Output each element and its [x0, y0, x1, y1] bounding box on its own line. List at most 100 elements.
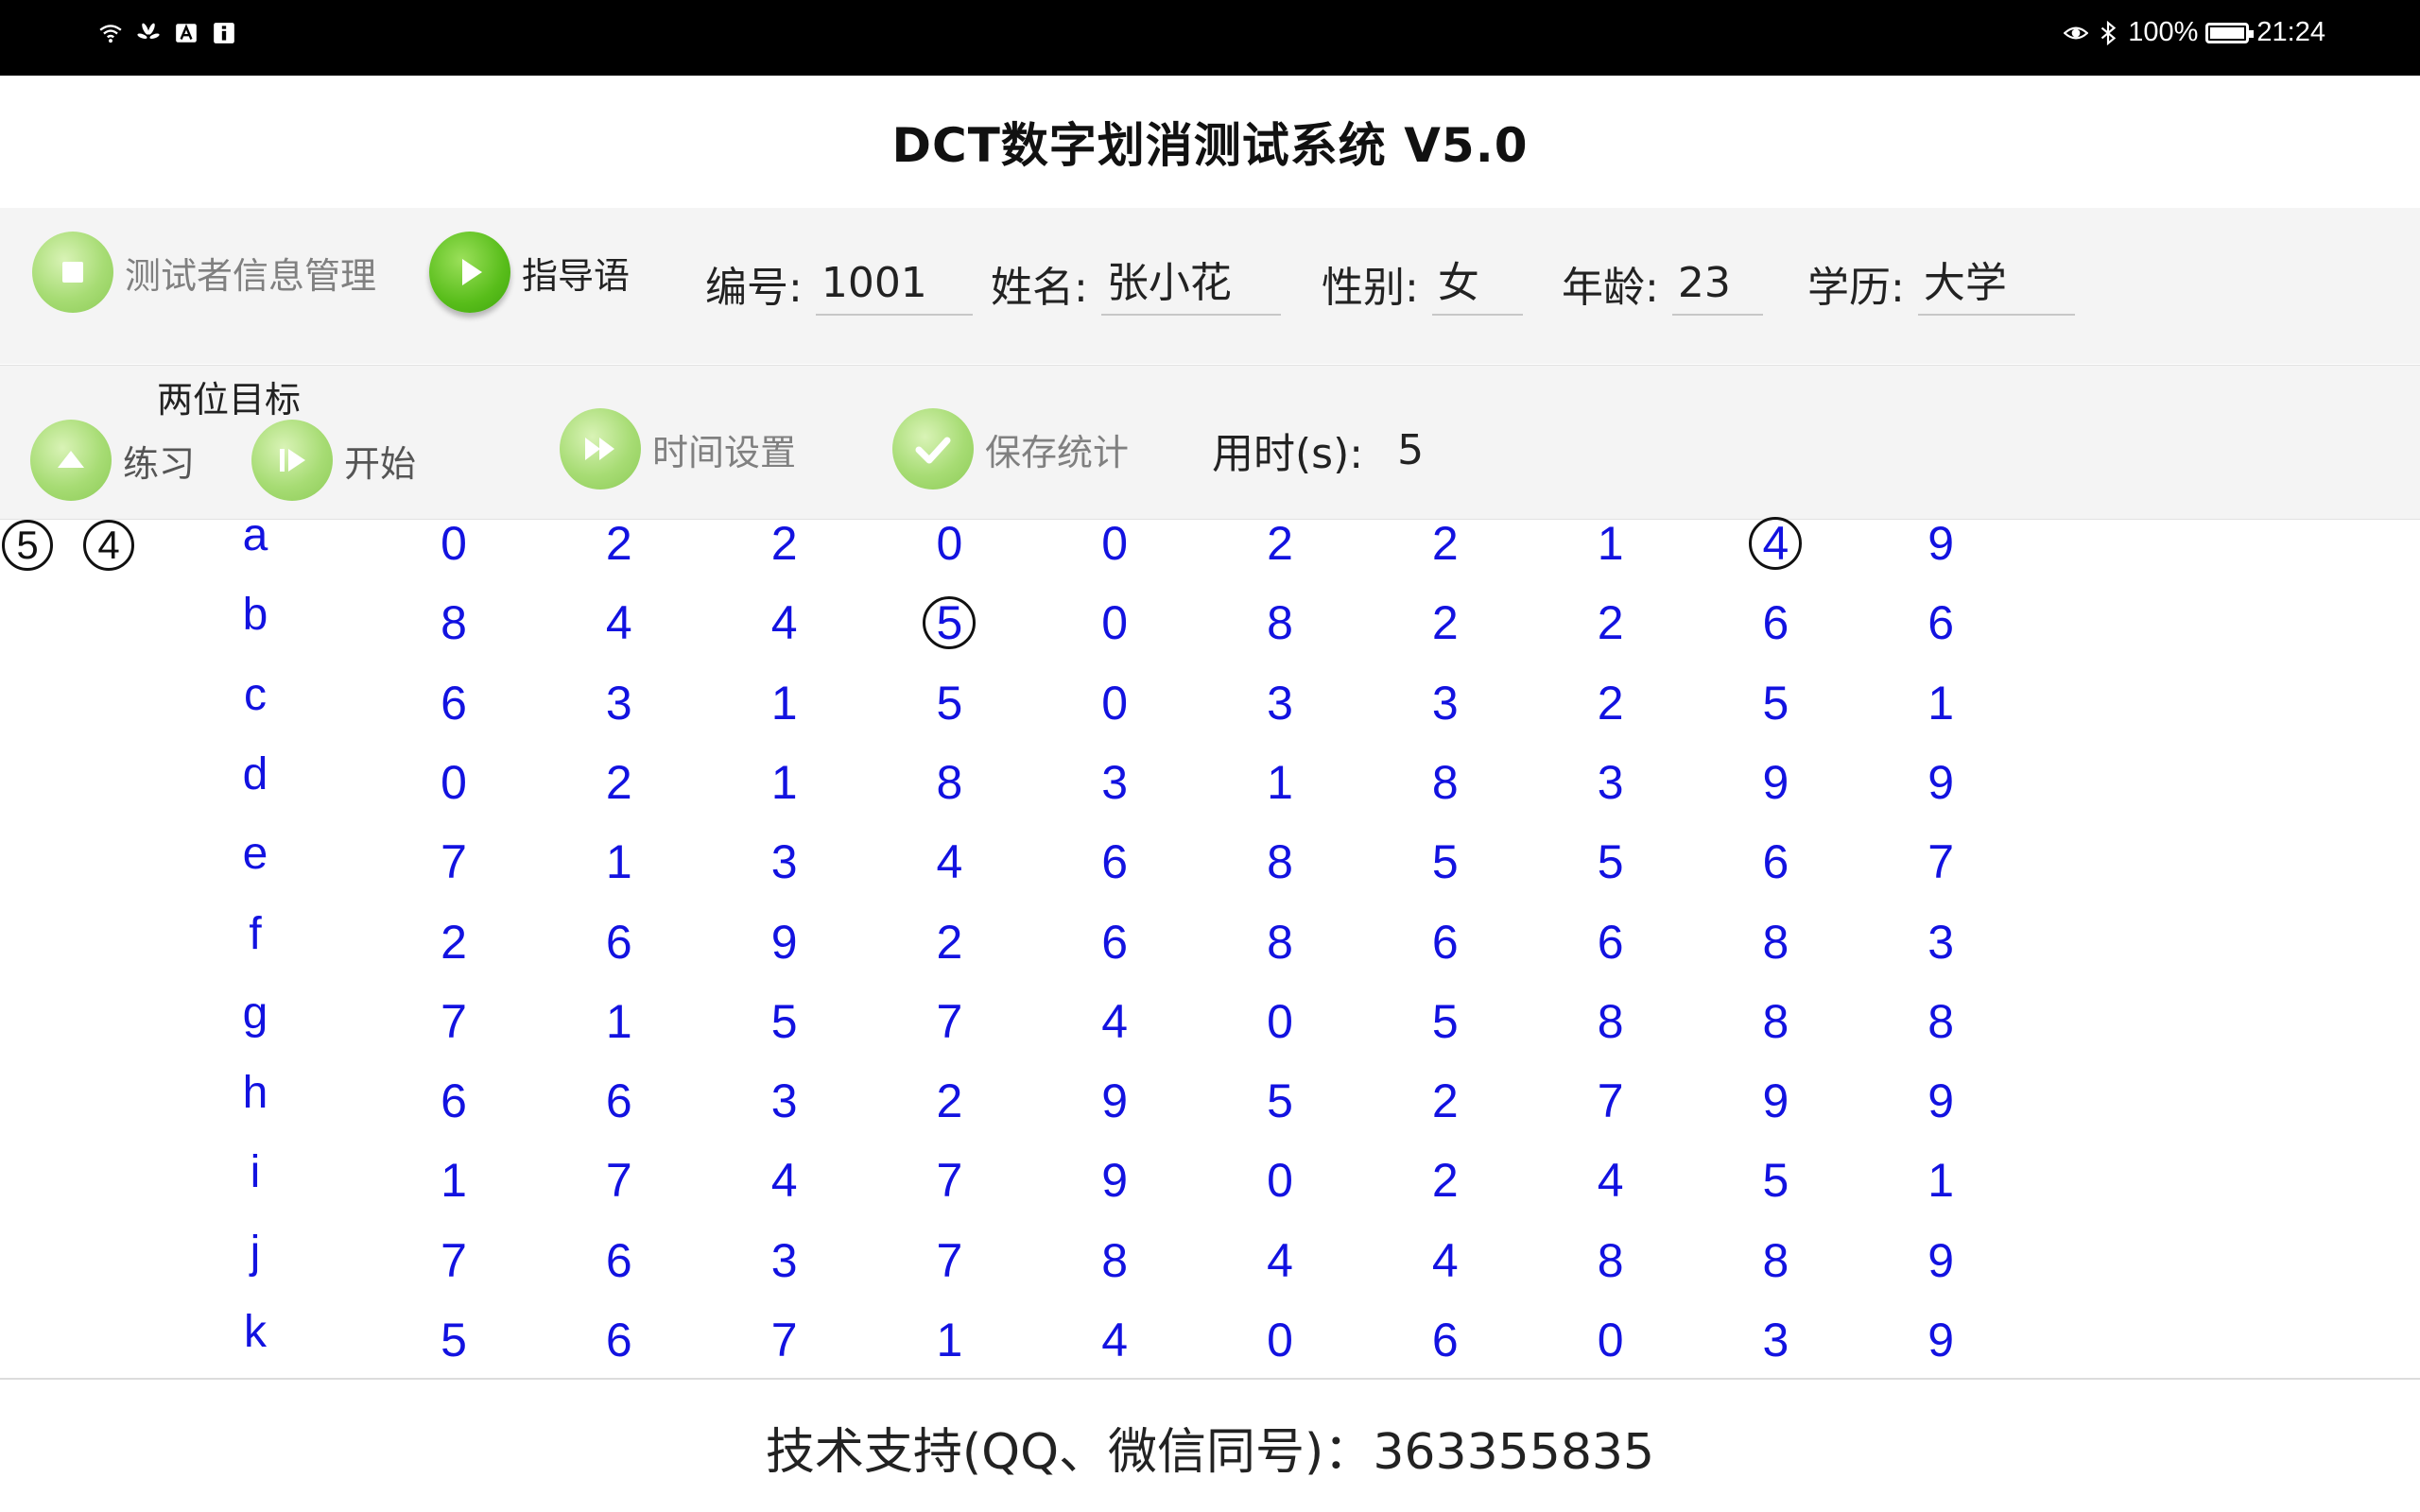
digit-cell[interactable]: 1: [1252, 754, 1308, 811]
digit-cell[interactable]: 8: [1747, 993, 1804, 1050]
digit-cell[interactable]: 8: [1252, 914, 1308, 971]
digit-cell[interactable]: 8: [921, 754, 977, 811]
digit-cell[interactable]: 0: [1252, 1312, 1308, 1368]
digit-cell[interactable]: 1: [591, 833, 648, 890]
digit-cell[interactable]: 1: [1912, 1152, 1969, 1209]
digit-cell[interactable]: 8: [1747, 1232, 1804, 1289]
digit-cell[interactable]: 7: [425, 833, 482, 890]
digit-cell[interactable]: 3: [756, 1073, 813, 1129]
digit-cell[interactable]: 7: [921, 1232, 977, 1289]
digit-cell[interactable]: 4: [591, 594, 648, 651]
digit-cell[interactable]: 9: [756, 914, 813, 971]
digit-cell[interactable]: 8: [1582, 1232, 1639, 1289]
digit-cell[interactable]: 2: [1417, 1073, 1474, 1129]
digit-cell[interactable]: 9: [1912, 1312, 1969, 1368]
digit-cell[interactable]: 6: [1086, 833, 1143, 890]
gender-input[interactable]: 女: [1431, 251, 1523, 316]
digit-cell[interactable]: 7: [425, 1232, 482, 1289]
digit-cell[interactable]: 2: [591, 754, 648, 811]
digit-cell[interactable]: 7: [1912, 833, 1969, 890]
digit-cell[interactable]: 0: [1086, 675, 1143, 731]
practice-button[interactable]: 练习: [30, 420, 195, 501]
digit-cell[interactable]: 6: [1747, 594, 1804, 651]
digit-cell[interactable]: 8: [425, 594, 482, 651]
digit-cell[interactable]: 1: [1582, 515, 1639, 572]
digit-cell[interactable]: 3: [591, 675, 648, 731]
save-stats-button[interactable]: 保存统计: [892, 408, 1129, 490]
digit-cell[interactable]: 2: [1582, 675, 1639, 731]
digit-cell[interactable]: 0: [425, 754, 482, 811]
digit-cell[interactable]: 3: [1582, 754, 1639, 811]
digit-cell[interactable]: 7: [425, 993, 482, 1050]
digit-cell[interactable]: 2: [1417, 594, 1474, 651]
digit-cell[interactable]: 9: [1912, 754, 1969, 811]
digit-cell[interactable]: 3: [756, 833, 813, 890]
digit-cell[interactable]: 4: [1417, 1232, 1474, 1289]
digit-cell[interactable]: 0: [1252, 993, 1308, 1050]
digit-cell[interactable]: 4: [1086, 993, 1143, 1050]
digit-cell[interactable]: 7: [756, 1312, 813, 1368]
digit-cell[interactable]: 6: [1582, 914, 1639, 971]
digit-cell[interactable]: 3: [756, 1232, 813, 1289]
digit-cell[interactable]: 6: [1086, 914, 1143, 971]
digit-cell[interactable]: 5: [921, 594, 977, 651]
digit-cell[interactable]: 5: [1417, 833, 1474, 890]
digit-cell[interactable]: 9: [1912, 1232, 1969, 1289]
digit-cell[interactable]: 8: [1747, 914, 1804, 971]
start-button[interactable]: 开始: [251, 420, 416, 501]
digit-cell[interactable]: 6: [591, 1312, 648, 1368]
digit-cell[interactable]: 9: [1086, 1152, 1143, 1209]
digit-cell[interactable]: 3: [1912, 914, 1969, 971]
digit-cell[interactable]: 9: [1747, 754, 1804, 811]
digit-cell[interactable]: 5: [756, 993, 813, 1050]
digit-cell[interactable]: 1: [591, 993, 648, 1050]
digit-cell[interactable]: 2: [1582, 594, 1639, 651]
digit-cell[interactable]: 1: [425, 1152, 482, 1209]
guide-button[interactable]: 指导语: [429, 232, 630, 313]
digit-cell[interactable]: 4: [1747, 515, 1804, 572]
digit-cell[interactable]: 5: [1747, 675, 1804, 731]
digit-cell[interactable]: 0: [1582, 1312, 1639, 1368]
digit-cell[interactable]: 7: [591, 1152, 648, 1209]
digit-cell[interactable]: 6: [1417, 1312, 1474, 1368]
digit-cell[interactable]: 6: [1747, 833, 1804, 890]
digit-cell[interactable]: 6: [425, 1073, 482, 1129]
digit-cell[interactable]: 5: [921, 675, 977, 731]
digit-cell[interactable]: 6: [1912, 594, 1969, 651]
digit-cell[interactable]: 2: [921, 1073, 977, 1129]
digit-cell[interactable]: 0: [1086, 594, 1143, 651]
digit-cell[interactable]: 3: [1417, 675, 1474, 731]
digit-cell[interactable]: 8: [1417, 754, 1474, 811]
digit-cell[interactable]: 5: [1252, 1073, 1308, 1129]
digit-cell[interactable]: 5: [1747, 1152, 1804, 1209]
digit-cell[interactable]: 4: [1086, 1312, 1143, 1368]
digit-cell[interactable]: 7: [921, 993, 977, 1050]
digit-cell[interactable]: 3: [1086, 754, 1143, 811]
education-input[interactable]: 大学: [1917, 251, 2075, 316]
digit-cell[interactable]: 7: [1582, 1073, 1639, 1129]
digit-cell[interactable]: 2: [1417, 515, 1474, 572]
digit-cell[interactable]: 2: [425, 914, 482, 971]
name-input[interactable]: 张小花: [1100, 251, 1281, 316]
digit-cell[interactable]: 0: [921, 515, 977, 572]
digit-cell[interactable]: 1: [1912, 675, 1969, 731]
digit-cell[interactable]: 9: [1086, 1073, 1143, 1129]
digit-cell[interactable]: 8: [1582, 993, 1639, 1050]
digit-cell[interactable]: 8: [1252, 833, 1308, 890]
digit-cell[interactable]: 7: [921, 1152, 977, 1209]
digit-cell[interactable]: 0: [1252, 1152, 1308, 1209]
digit-cell[interactable]: 9: [1912, 515, 1969, 572]
digit-cell[interactable]: 4: [921, 833, 977, 890]
age-input[interactable]: 23: [1671, 251, 1763, 316]
digit-cell[interactable]: 6: [425, 675, 482, 731]
digit-cell[interactable]: 2: [921, 914, 977, 971]
time-setting-button[interactable]: 时间设置: [560, 408, 796, 490]
digit-cell[interactable]: 5: [1582, 833, 1639, 890]
digit-cell[interactable]: 6: [591, 1073, 648, 1129]
digit-cell[interactable]: 9: [1747, 1073, 1804, 1129]
digit-cell[interactable]: 6: [591, 1232, 648, 1289]
digit-cell[interactable]: 2: [1252, 515, 1308, 572]
digit-cell[interactable]: 6: [591, 914, 648, 971]
digit-cell[interactable]: 6: [1417, 914, 1474, 971]
digit-cell[interactable]: 2: [1417, 1152, 1474, 1209]
